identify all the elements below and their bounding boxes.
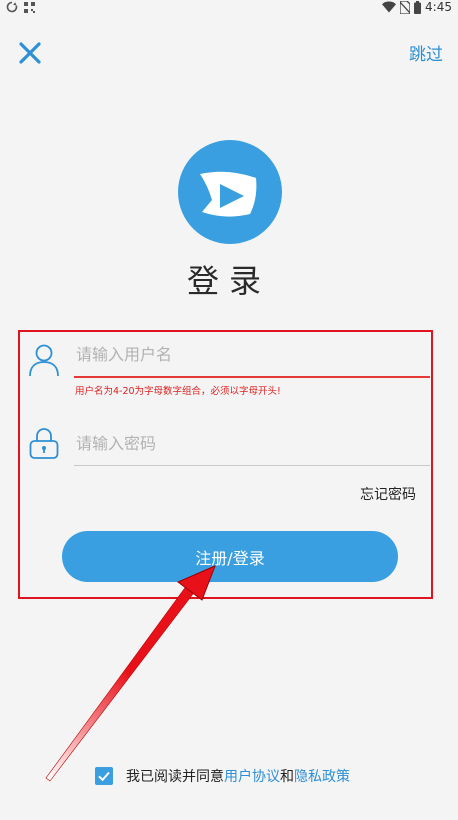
sync-icon (6, 1, 18, 13)
status-bar: 4:45 (0, 0, 458, 16)
status-time: 4:45 (425, 0, 452, 14)
annotation-highlight-box (18, 330, 433, 599)
battery-icon (414, 0, 422, 14)
user-agreement-link[interactable]: 用户协议 (224, 766, 280, 786)
skip-button[interactable]: 跳过 (409, 40, 443, 65)
agreement-and: 和 (280, 769, 294, 785)
no-sim-icon (400, 0, 411, 14)
qr-icon (24, 1, 35, 13)
agreement-prefix: 我已阅读并同意 (126, 769, 224, 785)
wifi-icon (382, 1, 397, 13)
close-button[interactable] (14, 38, 46, 70)
agreement-row: 我已阅读并同意 用户协议 和 隐私政策 (95, 766, 350, 786)
page-title: 登录 (186, 262, 271, 300)
app-logo (178, 140, 282, 244)
privacy-policy-link[interactable]: 隐私政策 (294, 766, 350, 786)
agreement-checkbox[interactable] (95, 767, 113, 785)
close-icon (19, 42, 41, 64)
